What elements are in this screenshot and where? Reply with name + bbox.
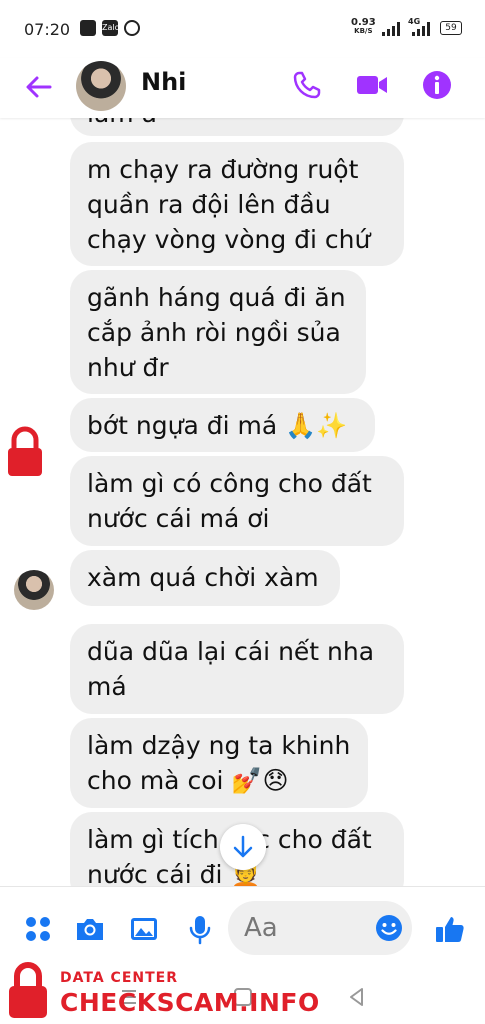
battery-icon: 59 (440, 21, 462, 35)
notification-icons: Zalo (80, 20, 140, 36)
message-bubble[interactable]: dũa dũa lại cái nết nha má (70, 624, 404, 714)
watermark-side: DATA CENTER CHECKSCAM.INFO (0, 420, 56, 660)
message-bubble[interactable]: gãnh háng quá đi ăn cắp ảnh ròi ngồi sủa… (70, 270, 366, 394)
phone-call-icon[interactable] (290, 68, 324, 102)
message-list[interactable]: làm á m chạy ra đường ruột quần ra đội l… (0, 118, 485, 886)
message-bubble[interactable]: làm gì có công cho đất nước cái má ơi (70, 456, 404, 546)
watermark-small-text: DATA CENTER (60, 970, 178, 986)
message-input-placeholder: Aa (244, 913, 278, 943)
message-bubble[interactable]: làm dzậy ng ta khinh cho mà coi 💅😞 (70, 718, 368, 808)
back-nav-icon[interactable] (346, 986, 368, 1008)
signal-icon (382, 22, 400, 36)
lock-icon (9, 962, 47, 1018)
messenger-icon (124, 20, 140, 36)
signal-icon-2 (412, 22, 430, 36)
gallery-icon[interactable] (128, 913, 160, 945)
app-notification-icon (80, 20, 96, 36)
microphone-icon[interactable] (184, 913, 216, 945)
info-icon[interactable] (420, 68, 454, 102)
status-bar: 07:20 Zalo 0.93 KB/S 4G 59 (0, 0, 485, 58)
camera-icon[interactable] (74, 913, 106, 945)
menu-icon[interactable] (22, 913, 54, 945)
zalo-icon: Zalo (102, 20, 120, 36)
message-bubble[interactable]: xàm quá chời xàm (70, 550, 340, 606)
back-arrow-icon[interactable] (22, 70, 56, 104)
message-input[interactable]: Aa (228, 901, 412, 955)
contact-name[interactable]: Nhi (141, 68, 186, 96)
network-speed: 0.93 KB/S (351, 17, 376, 36)
watermark-big-text: CHECKSCAM.INFO (60, 988, 320, 1017)
video-call-icon[interactable] (355, 68, 389, 102)
watermark-bottom: DATA CENTER CHECKSCAM.INFO (0, 958, 319, 1024)
emoji-icon[interactable] (374, 913, 404, 943)
status-time: 07:20 (24, 20, 71, 39)
message-bubble[interactable]: bớt ngựa đi má 🙏✨ (70, 398, 375, 452)
lock-icon (8, 426, 42, 476)
scroll-down-button[interactable] (220, 824, 266, 870)
message-bubble[interactable]: m chạy ra đường ruột quần ra đội lên đầu… (70, 142, 404, 266)
message-bubble[interactable]: làm á (70, 118, 404, 136)
like-icon[interactable] (434, 913, 466, 945)
conversation-header: Nhi (0, 58, 485, 118)
contact-avatar[interactable] (76, 61, 126, 111)
